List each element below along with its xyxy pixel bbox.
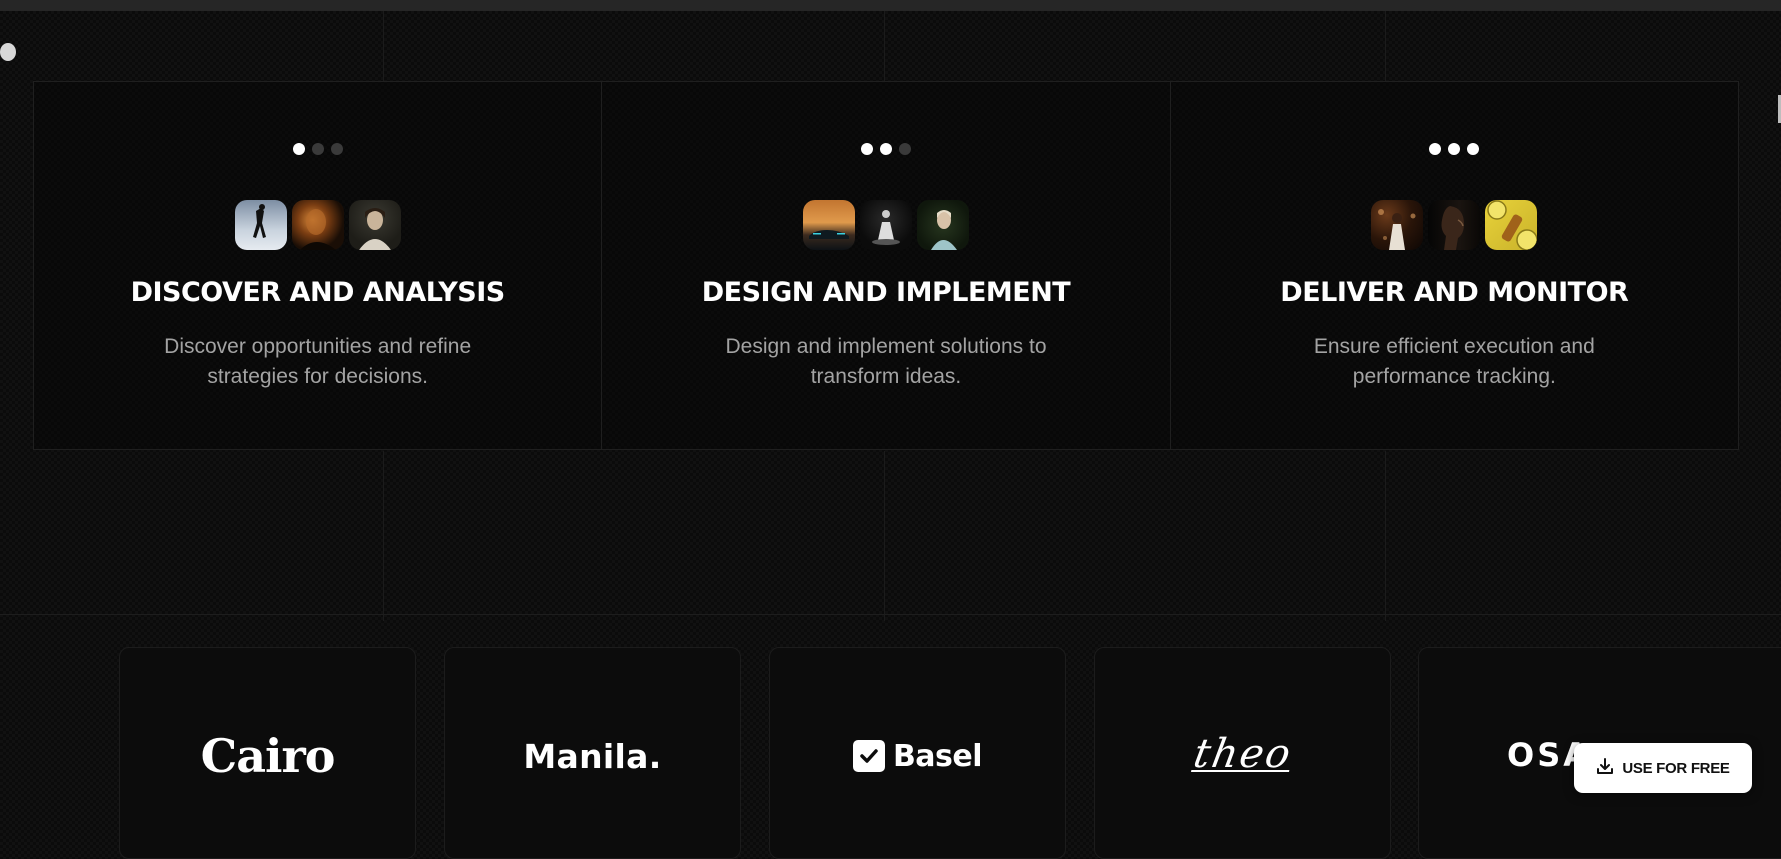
progress-dot-active	[292, 143, 305, 155]
profile-portrait-photo	[1428, 200, 1481, 250]
walking-figure-photo	[234, 200, 287, 250]
logo-card-manila[interactable]: Manila.	[444, 647, 741, 859]
browser-top-bar	[0, 0, 1781, 11]
grid-line	[884, 11, 885, 81]
progress-dot-active	[1429, 143, 1442, 155]
step-thumbnails	[34, 200, 601, 250]
basel-wordmark: Basel	[892, 738, 983, 774]
progress-dot-active	[1467, 143, 1480, 155]
scroll-indicator-dot[interactable]	[0, 43, 16, 61]
step-progress-dots	[34, 143, 601, 155]
step-description: Design and implement solutions to transf…	[725, 335, 1047, 388]
step-card-deliver: DELIVER AND MONITOR Ensure efficient exe…	[1170, 82, 1738, 449]
logo-card-basel[interactable]: Basel	[769, 647, 1066, 859]
grid-line	[383, 451, 384, 621]
cairo-logo: Cairo	[200, 729, 336, 783]
seated-figure-photo	[859, 200, 912, 250]
use-for-free-label: USE FOR FREE	[1622, 759, 1730, 777]
client-logos-row: Cairo Manila. Basel theo OSA	[0, 647, 1781, 859]
step-title: DESIGN AND IMPLEMENT	[701, 277, 1071, 308]
grid-line	[1385, 451, 1386, 621]
progress-dot	[311, 143, 324, 155]
step-title: DELIVER AND MONITOR	[1280, 277, 1629, 308]
step-thumbnails	[1171, 200, 1738, 250]
step-description: Ensure efficient execution and performan…	[1313, 335, 1595, 388]
step-progress-dots	[1171, 143, 1738, 155]
grid-line	[383, 11, 384, 81]
lit-face-photo	[291, 200, 344, 250]
process-steps: DISCOVER AND ANALYSIS Discover opportuni…	[33, 81, 1739, 450]
progress-dot-active	[879, 143, 892, 155]
progress-dot-active	[860, 143, 873, 155]
step-description: Discover opportunities and refine strate…	[164, 335, 472, 388]
section-divider	[0, 614, 1781, 615]
progress-dot	[330, 143, 343, 155]
basel-logo: Basel	[852, 738, 983, 774]
logo-card-cairo[interactable]: Cairo	[119, 647, 416, 859]
theo-logo: theo	[1189, 731, 1296, 777]
progress-dot-active	[1448, 143, 1461, 155]
bokeh-figure-photo	[1371, 200, 1424, 250]
step-progress-dots	[602, 143, 1169, 155]
step-thumbnails	[602, 200, 1169, 250]
step-card-discover: DISCOVER AND ANALYSIS Discover opportuni…	[34, 82, 603, 449]
manila-logo: Manila.	[523, 736, 662, 776]
logo-card-theo[interactable]: theo	[1094, 647, 1391, 859]
grid-line	[1385, 11, 1386, 81]
sunset-car-photo	[802, 200, 855, 250]
step-title: DISCOVER AND ANALYSIS	[130, 277, 506, 308]
step-card-design: DESIGN AND IMPLEMENT Design and implemen…	[602, 82, 1171, 449]
portrait-photo	[348, 200, 401, 250]
citrus-bottle-photo	[1485, 200, 1538, 250]
grid-line	[884, 451, 885, 621]
greenery-portrait-photo	[916, 200, 969, 250]
progress-dot	[898, 143, 911, 155]
check-box-icon	[852, 740, 885, 772]
download-icon	[1596, 757, 1614, 779]
use-for-free-button[interactable]: USE FOR FREE	[1574, 743, 1752, 793]
